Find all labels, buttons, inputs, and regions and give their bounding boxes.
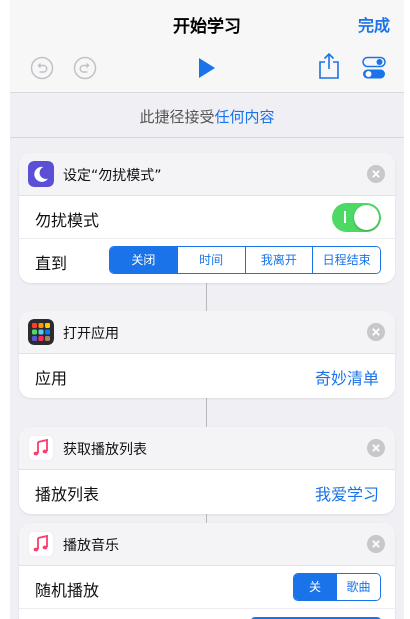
shuffle-segmented-control: 关 歌曲	[293, 573, 381, 601]
shortcut-editor: 开始学习 完成 此捷径接受任何内容 设定“勿扰模式” 勿扰模式 直到 关闭 时间…	[10, 0, 404, 619]
redo-icon[interactable]	[73, 56, 97, 80]
moon-icon	[28, 161, 54, 187]
segment-shuffle-songs[interactable]: 歌曲	[336, 574, 380, 600]
share-icon[interactable]	[318, 52, 340, 80]
accepts-type-link[interactable]: 任何内容	[215, 108, 275, 126]
action-card-open-app: 打开应用 应用 奇妙清单	[19, 311, 395, 398]
segment-leave[interactable]: 我离开	[244, 247, 313, 273]
navigation-bar: 开始学习 完成	[10, 0, 404, 92]
play-icon[interactable]	[197, 56, 217, 80]
accepts-text: 此捷径接受任何内容	[10, 106, 404, 127]
action-title: 打开应用	[63, 326, 119, 342]
action-header: 设定“勿扰模式”	[19, 153, 395, 196]
row-label: 勿扰模式	[35, 211, 100, 230]
app-row: 应用 奇妙清单	[19, 354, 395, 398]
undo-icon[interactable]	[30, 56, 54, 80]
segment-shuffle-off[interactable]: 关	[294, 574, 336, 600]
done-button[interactable]: 完成	[358, 12, 390, 36]
playlist-value[interactable]: 我爱学习	[315, 481, 379, 505]
action-card-play-music: 播放音乐 随机播放 关 歌曲	[19, 523, 395, 619]
row-label: 随机播放	[35, 581, 100, 600]
action-title: 播放音乐	[63, 538, 119, 554]
until-segmented-control: 关闭 时间 我离开 日程结束	[109, 246, 381, 274]
action-title: 设定“勿扰模式”	[63, 168, 162, 184]
music-note-icon	[28, 531, 54, 557]
playlist-row: 播放列表 我爱学习	[19, 470, 395, 514]
action-card-dnd: 设定“勿扰模式” 勿扰模式 直到 关闭 时间 我离开 日程结束	[19, 153, 395, 283]
dnd-toggle-row: 勿扰模式	[19, 196, 395, 238]
action-title: 获取播放列表	[63, 442, 147, 458]
action-card-get-playlist: 获取播放列表 播放列表 我爱学习	[19, 427, 395, 514]
until-row: 直到 关闭 时间 我离开 日程结束	[19, 238, 395, 283]
music-note-icon	[28, 435, 54, 461]
action-header: 获取播放列表	[19, 427, 395, 470]
page-title: 开始学习	[173, 17, 241, 37]
segment-off[interactable]: 关闭	[110, 247, 177, 273]
app-value[interactable]: 奇妙清单	[315, 365, 379, 389]
accepts-prefix: 此捷径接受	[139, 108, 215, 126]
toggle-on-mark	[344, 211, 346, 223]
action-connector	[206, 513, 207, 523]
remove-action-icon[interactable]	[367, 535, 385, 553]
remove-action-icon[interactable]	[367, 439, 385, 457]
remove-action-icon[interactable]	[367, 323, 385, 341]
segment-time[interactable]: 时间	[176, 247, 245, 273]
action-header: 播放音乐	[19, 523, 395, 566]
shuffle-row: 随机播放 关 歌曲	[19, 566, 395, 608]
action-connector	[206, 281, 207, 311]
row-label: 直到	[35, 254, 68, 273]
next-row-partial	[19, 608, 395, 619]
action-header: 打开应用	[19, 311, 395, 354]
action-connector	[206, 397, 207, 427]
remove-action-icon[interactable]	[367, 165, 385, 183]
toggle-knob	[354, 205, 379, 230]
dnd-toggle[interactable]	[332, 203, 381, 232]
segment-event-end[interactable]: 日程结束	[312, 247, 380, 273]
row-label: 应用	[35, 369, 68, 388]
input-type-bar: 此捷径接受任何内容	[10, 92, 404, 138]
row-label: 播放列表	[35, 485, 100, 504]
app-grid-icon	[28, 319, 54, 345]
settings-toggles-icon[interactable]	[362, 56, 386, 80]
